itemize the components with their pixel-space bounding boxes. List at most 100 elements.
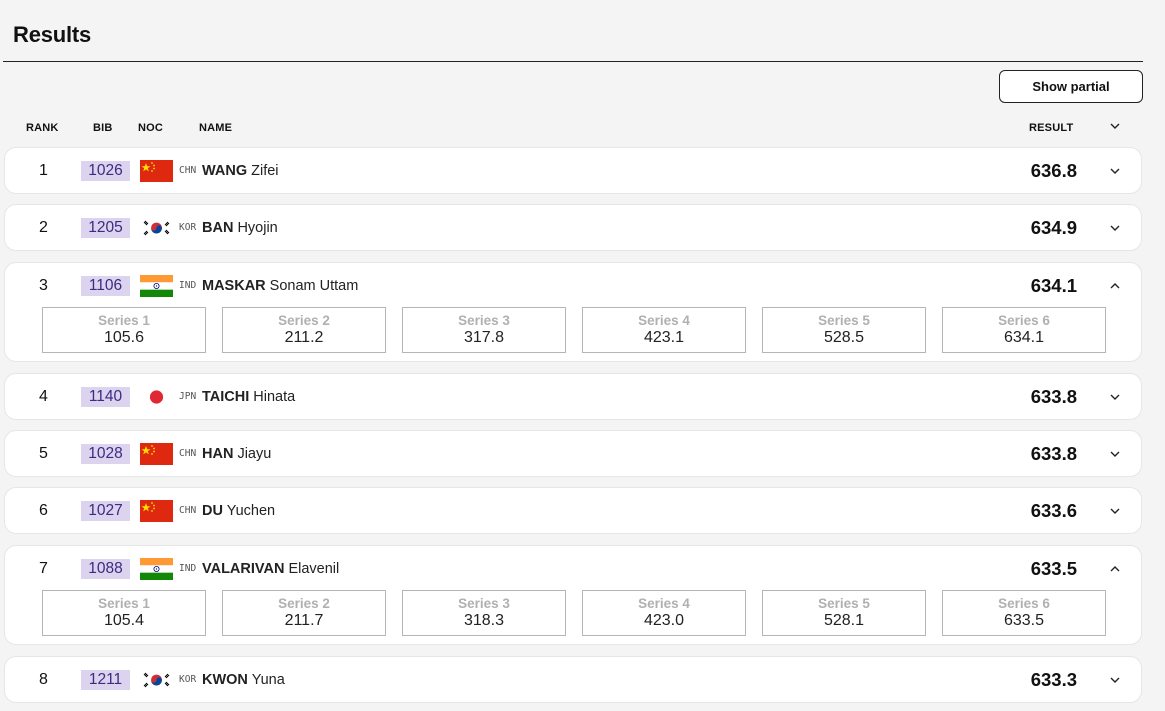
- athlete-name: VALARIVAN Elavenil: [202, 561, 339, 577]
- result-score: 634.1: [1030, 275, 1077, 296]
- athlete-surname: HAN: [202, 446, 234, 462]
- rank-number: 3: [39, 277, 48, 294]
- series-value: 528.5: [823, 329, 865, 346]
- athlete-given-name: Sonam Uttam: [269, 278, 359, 294]
- series-box: Series 3 318.3: [402, 590, 566, 636]
- series-label: Series 3: [458, 313, 510, 328]
- athlete-surname: TAICHI: [202, 389, 250, 405]
- athlete-name: WANG Zifei: [202, 163, 279, 179]
- result-row[interactable]: 3 1106 IND MASKAR Sonam Uttam 634.1 Series 11…: [4, 262, 1142, 362]
- chevron-down-icon[interactable]: [1109, 448, 1121, 460]
- noc-code: KOR: [179, 674, 197, 685]
- series-value: 211.2: [284, 329, 324, 346]
- chevron-down-icon[interactable]: [1109, 165, 1121, 177]
- result-row[interactable]: 6 1027 CHN DU Yuchen 633.6: [4, 487, 1142, 534]
- athlete-name: KWON Yuna: [202, 672, 285, 688]
- series-value: 634.1: [1003, 329, 1045, 346]
- chn-flag: [140, 500, 173, 522]
- athlete-surname: VALARIVAN: [202, 561, 285, 577]
- noc-code: IND: [179, 563, 197, 574]
- series-label: Series 6: [998, 313, 1050, 328]
- series-box: Series 2 211.7: [222, 590, 386, 636]
- bib-badge: 1106: [81, 276, 130, 296]
- athlete-name: TAICHI Hinata: [202, 389, 295, 405]
- series-box: Series 5 528.1: [762, 590, 926, 636]
- athlete-name: DU Yuchen: [202, 503, 275, 519]
- series-value: 211.7: [284, 612, 324, 629]
- series-value: 633.5: [1003, 612, 1045, 629]
- chn-flag: [140, 160, 173, 182]
- column-header-bib: BIB: [93, 122, 113, 134]
- result-score: 633.3: [1030, 669, 1077, 690]
- result-score: 634.9: [1030, 217, 1077, 238]
- series-value: 105.6: [103, 329, 145, 346]
- athlete-given-name: Zifei: [251, 163, 279, 179]
- athlete-surname: WANG: [202, 163, 248, 179]
- athlete-given-name: Yuna: [251, 672, 285, 688]
- column-header-rank: RANK: [26, 122, 59, 134]
- series-value: 423.0: [643, 612, 685, 629]
- series-label: Series 2: [278, 313, 330, 328]
- noc-code: CHN: [179, 448, 197, 459]
- result-row[interactable]: 8 1211 KOR KWON Yuna 633.3: [4, 656, 1142, 703]
- series-box: Series 5 528.5: [762, 307, 926, 353]
- kor-flag: [140, 217, 173, 239]
- chevron-down-icon[interactable]: [1109, 222, 1121, 234]
- rank-number: 6: [39, 502, 48, 519]
- series-label: Series 6: [998, 596, 1050, 611]
- result-row[interactable]: 1 1026 CHN WANG Zifei 636.8: [4, 147, 1142, 194]
- jpn-flag: [140, 386, 173, 408]
- series-value: 528.1: [823, 612, 865, 629]
- athlete-given-name: Hyojin: [237, 220, 278, 236]
- column-header-name: NAME: [199, 122, 233, 134]
- series-label: Series 5: [818, 313, 870, 328]
- bib-badge: 1211: [81, 670, 130, 690]
- result-score: 633.5: [1030, 558, 1077, 579]
- title-divider: [3, 61, 1143, 62]
- bib-badge: 1088: [81, 559, 130, 579]
- bib-badge: 1205: [81, 218, 130, 238]
- rank-number: 1: [39, 162, 48, 179]
- result-row[interactable]: 7 1088 IND VALARIVAN Elavenil 633.5 Series 11…: [4, 545, 1142, 645]
- series-box: Series 4 423.0: [582, 590, 746, 636]
- series-box: Series 1 105.6: [42, 307, 206, 353]
- bib-badge: 1140: [81, 387, 130, 407]
- rank-number: 4: [39, 388, 48, 405]
- athlete-surname: KWON: [202, 672, 248, 688]
- rank-number: 5: [39, 445, 48, 462]
- series-box: Series 6 634.1: [942, 307, 1106, 353]
- noc-code: IND: [179, 280, 197, 291]
- result-row[interactable]: 4 1140 JPN TAICHI Hinata 633.8: [4, 373, 1142, 420]
- result-row[interactable]: 2 1205 KOR BAN Hyojin 634.9: [4, 204, 1142, 251]
- chevron-down-icon[interactable]: [1109, 674, 1121, 686]
- chevron-up-icon[interactable]: [1109, 563, 1121, 575]
- rank-number: 8: [39, 671, 48, 688]
- result-score: 633.8: [1030, 386, 1077, 407]
- result-score: 633.8: [1030, 443, 1077, 464]
- chevron-down-icon[interactable]: [1109, 505, 1121, 517]
- bib-badge: 1026: [81, 161, 130, 181]
- series-value: 423.1: [643, 329, 685, 346]
- athlete-given-name: Hinata: [253, 389, 296, 405]
- series-label: Series 1: [98, 313, 150, 328]
- show-partial-button[interactable]: Show partial: [999, 70, 1143, 103]
- expand-all-chevron-icon[interactable]: [1109, 120, 1121, 132]
- series-label: Series 1: [98, 596, 150, 611]
- athlete-surname: BAN: [202, 220, 234, 236]
- page-title: Results: [13, 22, 92, 47]
- noc-code: CHN: [179, 505, 197, 516]
- ind-flag: [140, 275, 173, 297]
- athlete-surname: DU: [202, 503, 223, 519]
- athlete-surname: MASKAR: [202, 278, 266, 294]
- athlete-name: HAN Jiayu: [202, 446, 271, 462]
- athlete-given-name: Yuchen: [226, 503, 276, 519]
- series-value: 105.4: [103, 612, 145, 629]
- chevron-down-icon[interactable]: [1109, 391, 1121, 403]
- chn-flag: [140, 443, 173, 465]
- series-box: Series 1 105.4: [42, 590, 206, 636]
- athlete-name: BAN Hyojin: [202, 220, 278, 236]
- result-row[interactable]: 5 1028 CHN HAN Jiayu 633.8: [4, 430, 1142, 477]
- series-label: Series 2: [278, 596, 330, 611]
- chevron-up-icon[interactable]: [1109, 280, 1121, 292]
- noc-code: JPN: [179, 391, 197, 402]
